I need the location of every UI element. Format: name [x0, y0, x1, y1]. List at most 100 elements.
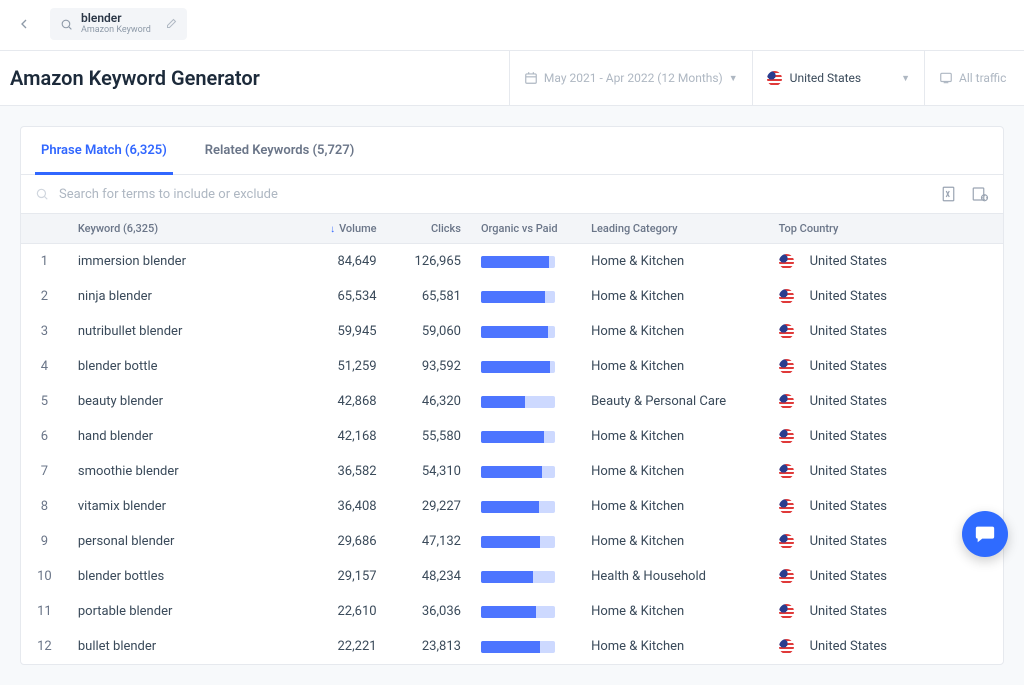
country-selector[interactable]: United States ▼: [752, 51, 924, 105]
row-volume: 29,157: [302, 559, 386, 594]
chat-widget[interactable]: [962, 511, 1008, 557]
col-index: [21, 214, 68, 244]
row-volume: 36,582: [302, 454, 386, 489]
row-organic-bar: [471, 559, 581, 594]
row-index: 3: [21, 314, 68, 349]
row-category: Beauty & Personal Care: [581, 384, 768, 419]
table-row[interactable]: 9personal blender29,68647,132Home & Kitc…: [21, 524, 1003, 559]
row-country: United States: [769, 594, 1003, 629]
row-country: United States: [769, 629, 1003, 664]
flag-us-icon: [779, 429, 794, 444]
row-keyword: portable blender: [68, 594, 302, 629]
table-row[interactable]: 11portable blender22,61036,036Home & Kit…: [21, 594, 1003, 629]
col-top-country[interactable]: Top Country: [769, 214, 1003, 244]
flag-us-icon: [779, 254, 794, 269]
row-clicks: 29,227: [387, 489, 471, 524]
row-clicks: 93,592: [387, 349, 471, 384]
col-keyword[interactable]: Keyword (6,325): [68, 214, 302, 244]
flag-us-icon: [779, 604, 794, 619]
row-keyword: bullet blender: [68, 629, 302, 664]
table-row[interactable]: 7smoothie blender36,58254,310Home & Kitc…: [21, 454, 1003, 489]
table-row[interactable]: 5beauty blender42,86846,320 Beauty & Pers…: [21, 384, 1003, 419]
table-row[interactable]: 3nutribullet blender59,94559,060Home & K…: [21, 314, 1003, 349]
row-category: Home & Kitchen: [581, 594, 768, 629]
row-category: Home & Kitchen: [581, 279, 768, 314]
col-volume[interactable]: ↓Volume: [302, 214, 386, 244]
sort-desc-icon: ↓: [330, 224, 335, 235]
table-row[interactable]: 6hand blender42,16855,580Home & KitchenU…: [21, 419, 1003, 454]
chevron-down-icon: ▼: [861, 73, 910, 84]
row-country: United States: [769, 419, 1003, 454]
row-volume: 51,259: [302, 349, 386, 384]
filter-input[interactable]: [59, 187, 929, 202]
row-index: 4: [21, 349, 68, 384]
keyword-table: Keyword (6,325) ↓Volume Clicks Organic v…: [21, 214, 1003, 664]
row-organic-bar: [471, 244, 581, 280]
top-bar: blender Amazon Keyword: [0, 0, 1024, 50]
traffic-label: All traffic: [959, 71, 1006, 85]
calendar-icon: [524, 71, 538, 85]
arrow-left-icon: [16, 16, 32, 32]
flag-us-icon: [779, 569, 794, 584]
row-volume: 59,945: [302, 314, 386, 349]
row-volume: 42,868: [302, 384, 386, 419]
results-card: Phrase Match (6,325) Related Keywords (5…: [20, 126, 1004, 665]
table-row[interactable]: 1immersion blender84,649126,965Home & Ki…: [21, 244, 1003, 280]
keyword-chip-sub: Amazon Keyword: [81, 26, 151, 36]
table-row[interactable]: 8vitamix blender36,40829,227Home & Kitch…: [21, 489, 1003, 524]
row-index: 8: [21, 489, 68, 524]
row-clicks: 46,320: [387, 384, 471, 419]
row-clicks: 23,813: [387, 629, 471, 664]
col-organic-paid[interactable]: Organic vs Paid: [471, 214, 581, 244]
row-index: 2: [21, 279, 68, 314]
row-volume: 22,610: [302, 594, 386, 629]
tabs: Phrase Match (6,325) Related Keywords (5…: [21, 127, 1003, 175]
keyword-chip[interactable]: blender Amazon Keyword: [50, 8, 187, 40]
flag-us-icon: [779, 534, 794, 549]
settings-gear-icon[interactable]: [971, 185, 989, 203]
row-organic-bar: [471, 454, 581, 489]
table-row[interactable]: 10blender bottles29,15748,234Health & Ho…: [21, 559, 1003, 594]
row-keyword: smoothie blender: [68, 454, 302, 489]
row-keyword: personal blender: [68, 524, 302, 559]
row-clicks: 36,036: [387, 594, 471, 629]
col-clicks[interactable]: Clicks: [387, 214, 471, 244]
row-clicks: 59,060: [387, 314, 471, 349]
row-organic-bar: [471, 419, 581, 454]
row-keyword: beauty blender: [68, 384, 302, 419]
row-country: United States: [769, 314, 1003, 349]
flag-us-icon: [779, 464, 794, 479]
table-row[interactable]: 4blender bottle51,25993,592Home & Kitche…: [21, 349, 1003, 384]
date-range-label: May 2021 - Apr 2022 (12 Months): [544, 71, 723, 85]
row-index: 5: [21, 384, 68, 419]
row-country: United States: [769, 244, 1003, 280]
search-icon: [35, 187, 49, 201]
row-category: Home & Kitchen: [581, 244, 768, 280]
row-volume: 22,221: [302, 629, 386, 664]
row-organic-bar: [471, 524, 581, 559]
table-row[interactable]: 12bullet blender22,22123,813Home & Kitch…: [21, 629, 1003, 664]
flag-us-icon: [779, 324, 794, 339]
back-button[interactable]: [10, 10, 38, 38]
row-clicks: 47,132: [387, 524, 471, 559]
flag-us-icon: [779, 359, 794, 374]
date-range-selector[interactable]: May 2021 - Apr 2022 (12 Months) ▼: [509, 51, 752, 105]
row-keyword: blender bottles: [68, 559, 302, 594]
export-excel-icon[interactable]: [941, 185, 959, 203]
tab-related-keywords[interactable]: Related Keywords (5,727): [199, 127, 361, 174]
row-clicks: 65,581: [387, 279, 471, 314]
col-leading-category[interactable]: Leading Category: [581, 214, 768, 244]
row-index: 6: [21, 419, 68, 454]
keyword-chip-text: blender: [81, 12, 151, 25]
edit-icon[interactable]: [165, 18, 177, 30]
traffic-selector[interactable]: All traffic: [924, 51, 1024, 105]
row-category: Home & Kitchen: [581, 454, 768, 489]
tab-phrase-match[interactable]: Phrase Match (6,325): [35, 127, 173, 175]
filter-row: [21, 175, 1003, 214]
row-volume: 36,408: [302, 489, 386, 524]
table-row[interactable]: 2ninja blender65,53465,581Home & Kitchen…: [21, 279, 1003, 314]
chat-icon: [974, 523, 996, 545]
row-clicks: 48,234: [387, 559, 471, 594]
flag-us-icon: [779, 639, 794, 654]
row-organic-bar: [471, 384, 581, 419]
